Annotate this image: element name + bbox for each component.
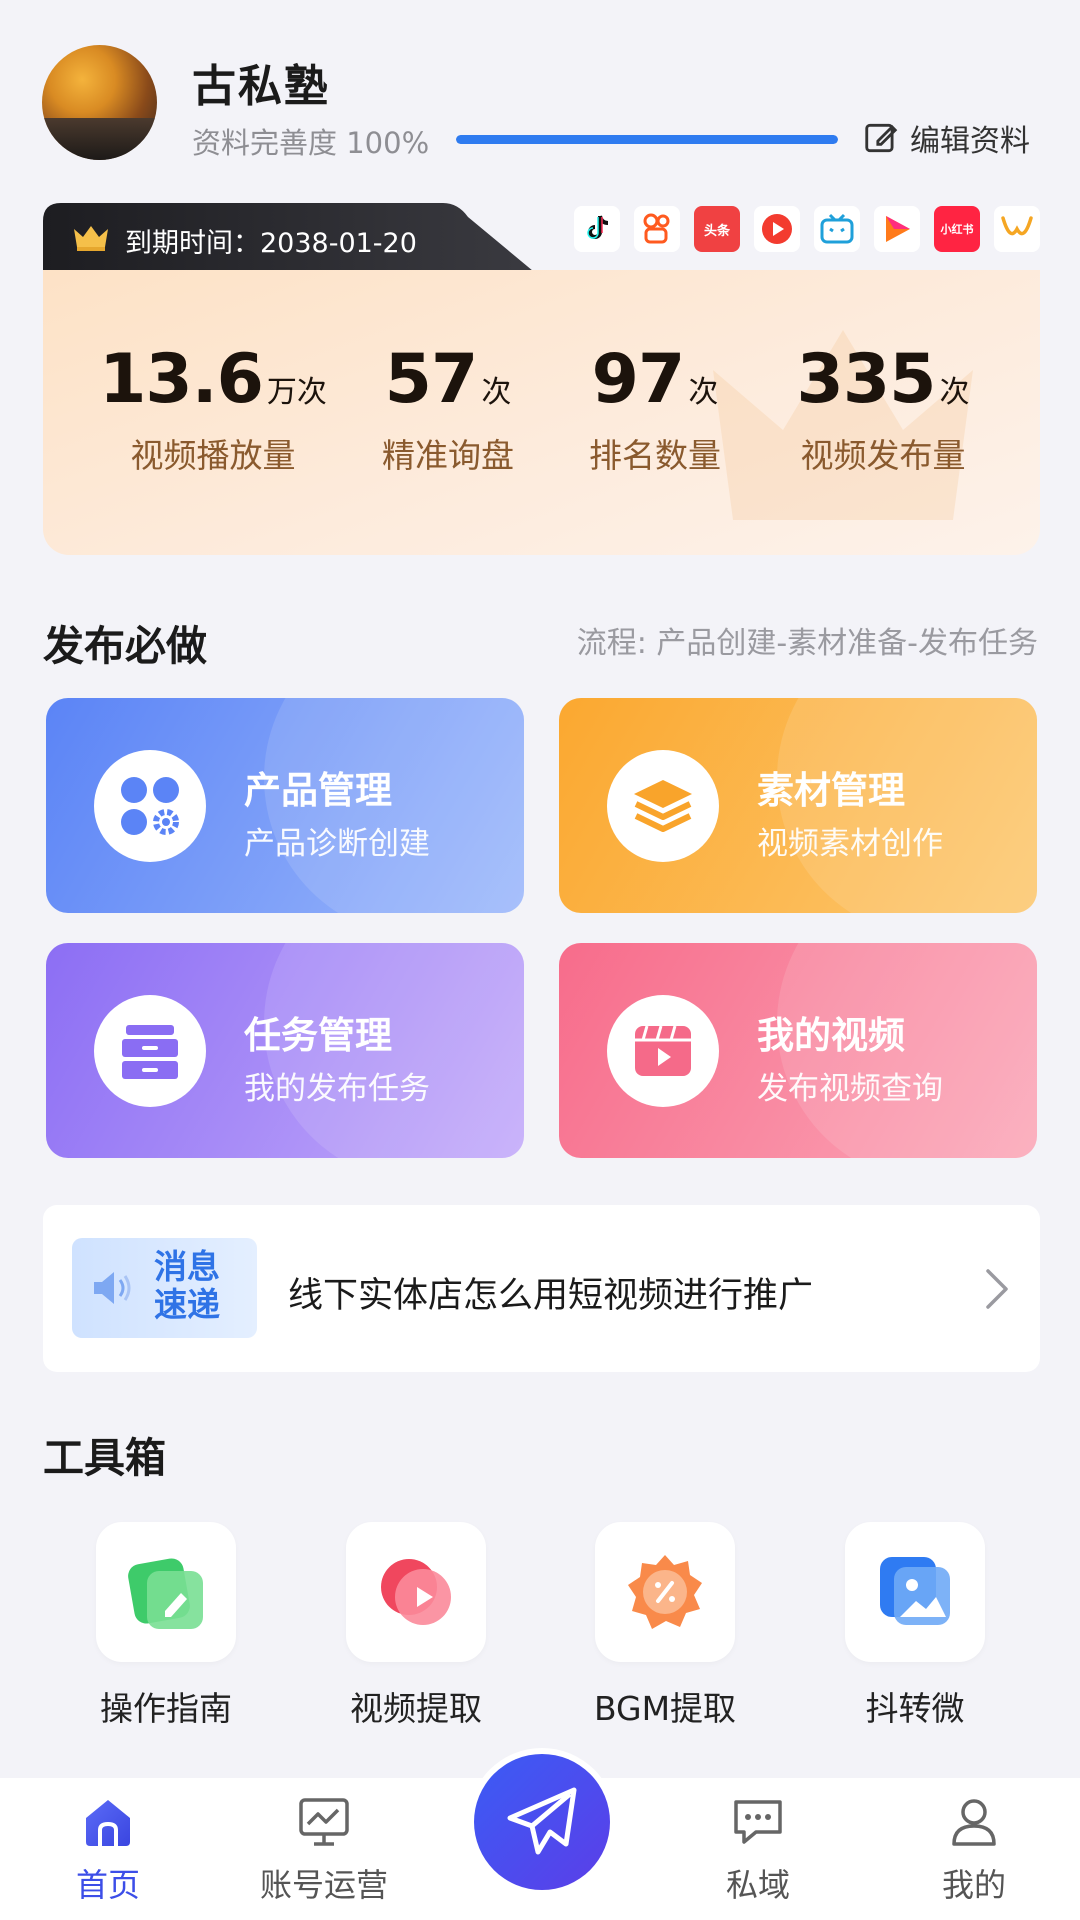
stat-label: 视频发布量 (800, 436, 966, 475)
stat-publish-count[interactable]: 335 次 视频发布量 (783, 340, 983, 477)
platform-icons: 头条 小红书 (574, 206, 1040, 252)
card-title: 我的视频 (757, 1014, 905, 1057)
completeness-progress-bar (456, 135, 838, 144)
bgm-extract-icon (628, 1555, 702, 1629)
stat-label: 精准询盘 (382, 436, 514, 475)
stat-inquiries[interactable]: 57 次 精准询盘 (373, 340, 523, 477)
nav-label: 私域 (725, 1866, 790, 1904)
news-badge: 消息 速递 (72, 1238, 257, 1338)
toolbox-section-title: 工具箱 (43, 1434, 166, 1482)
video-channel-icon[interactable] (874, 206, 920, 252)
tool-label: BGM提取 (593, 1689, 737, 1728)
image-convert-icon (880, 1557, 950, 1625)
nav-mine[interactable]: 我的 (884, 1796, 1064, 1906)
card-title: 任务管理 (244, 1014, 392, 1057)
product-grid-icon (94, 750, 206, 862)
news-badge-line1: 消息 (154, 1247, 220, 1286)
card-subtitle: 发布视频查询 (757, 1071, 943, 1107)
stat-label: 排名数量 (589, 436, 721, 475)
douyin-icon[interactable] (574, 206, 620, 252)
nav-label: 首页 (75, 1866, 140, 1904)
completeness-progress-fill (456, 135, 838, 144)
publish-flow-text: 流程: 产品创建-素材准备-发布任务 (576, 626, 1038, 661)
tool-video-extract[interactable]: 视频提取 (331, 1522, 501, 1730)
stat-play-count[interactable]: 13.6 万次 视频播放量 (93, 340, 333, 477)
wechat-channels-icon[interactable] (994, 206, 1040, 252)
video-extract-icon (381, 1559, 451, 1625)
xigua-icon[interactable] (754, 206, 800, 252)
stat-unit: 万次 (266, 375, 327, 410)
home-icon (86, 1800, 130, 1846)
nav-home[interactable]: 首页 (18, 1796, 198, 1906)
news-badge-line2: 速递 (154, 1285, 220, 1324)
avatar[interactable] (42, 45, 157, 160)
chevron-right-icon (986, 1269, 1008, 1309)
paper-plane-icon (507, 1787, 577, 1855)
stat-value: 57 (384, 340, 479, 419)
nav-label: 账号运营 (259, 1866, 388, 1904)
profile-completeness-label: 资料完善度 100% (192, 126, 430, 160)
stat-unit: 次 (939, 375, 970, 410)
product-management-card[interactable]: 产品管理 产品诊断创建 (46, 698, 524, 913)
material-management-card[interactable]: 素材管理 视频素材创作 (559, 698, 1037, 913)
nav-account-ops[interactable]: 账号运营 (234, 1796, 414, 1906)
publish-section-title: 发布必做 (43, 622, 207, 670)
stat-label: 视频播放量 (130, 436, 296, 475)
kuaishou-icon[interactable] (634, 206, 680, 252)
tool-label: 视频提取 (350, 1689, 482, 1728)
card-subtitle: 我的发布任务 (244, 1071, 430, 1107)
tool-label: 操作指南 (100, 1689, 232, 1728)
card-subtitle: 产品诊断创建 (244, 826, 430, 862)
stat-value: 13.6 (99, 340, 264, 419)
tool-guide[interactable]: 操作指南 (81, 1522, 251, 1730)
clapper-icon (607, 995, 719, 1107)
vip-expiry-tab: 到期时间：2038-01-20 (43, 203, 533, 271)
publish-fab-button[interactable] (468, 1748, 616, 1896)
my-videos-card[interactable]: 我的视频 发布视频查询 (559, 943, 1037, 1158)
toutiao-icon[interactable]: 头条 (694, 206, 740, 252)
task-management-card[interactable]: 任务管理 我的发布任务 (46, 943, 524, 1158)
monitor-chart-icon (299, 1798, 349, 1846)
stat-value: 97 (591, 340, 686, 419)
nav-label: 我的 (941, 1866, 1006, 1904)
edit-profile-label: 编辑资料 (910, 124, 1030, 159)
stats-card: 13.6 万次 视频播放量 57 次 精准询盘 97 次 排名数量 335 次 视频发布… (43, 270, 1040, 555)
nav-private-domain[interactable]: 私域 (668, 1796, 848, 1906)
news-headline: 线下实体店怎么用短视频进行推广 (288, 1276, 814, 1316)
guide-icon (128, 1558, 203, 1629)
news-banner[interactable]: 消息 速递 线下实体店怎么用短视频进行推广 (43, 1205, 1040, 1372)
stat-rankings[interactable]: 97 次 排名数量 (580, 340, 730, 477)
user-icon (952, 1799, 996, 1846)
layers-icon (607, 750, 719, 862)
speaker-icon (94, 1272, 131, 1304)
xiaohongshu-icon[interactable]: 小红书 (934, 206, 980, 252)
drawer-icon (94, 995, 206, 1107)
card-subtitle: 视频素材创作 (757, 826, 943, 862)
stat-unit: 次 (481, 375, 512, 410)
card-title: 产品管理 (244, 769, 392, 812)
crown-icon (74, 226, 108, 251)
edit-profile-button[interactable]: 编辑资料 (862, 116, 1030, 160)
stat-value: 335 (796, 340, 937, 419)
chat-bubble-icon (734, 1800, 782, 1844)
user-name: 古私塾 (192, 61, 330, 112)
vip-expiry-label: 到期时间：2038-01-20 (125, 228, 417, 259)
stat-unit: 次 (688, 375, 719, 410)
tool-bgm-extract[interactable]: BGM提取 (580, 1522, 750, 1730)
tool-douyin-to-wechat[interactable]: 抖转微 (830, 1522, 1000, 1730)
card-title: 素材管理 (757, 769, 905, 812)
edit-icon (865, 123, 898, 153)
tool-label: 抖转微 (865, 1689, 965, 1728)
bilibili-icon[interactable] (814, 206, 860, 252)
